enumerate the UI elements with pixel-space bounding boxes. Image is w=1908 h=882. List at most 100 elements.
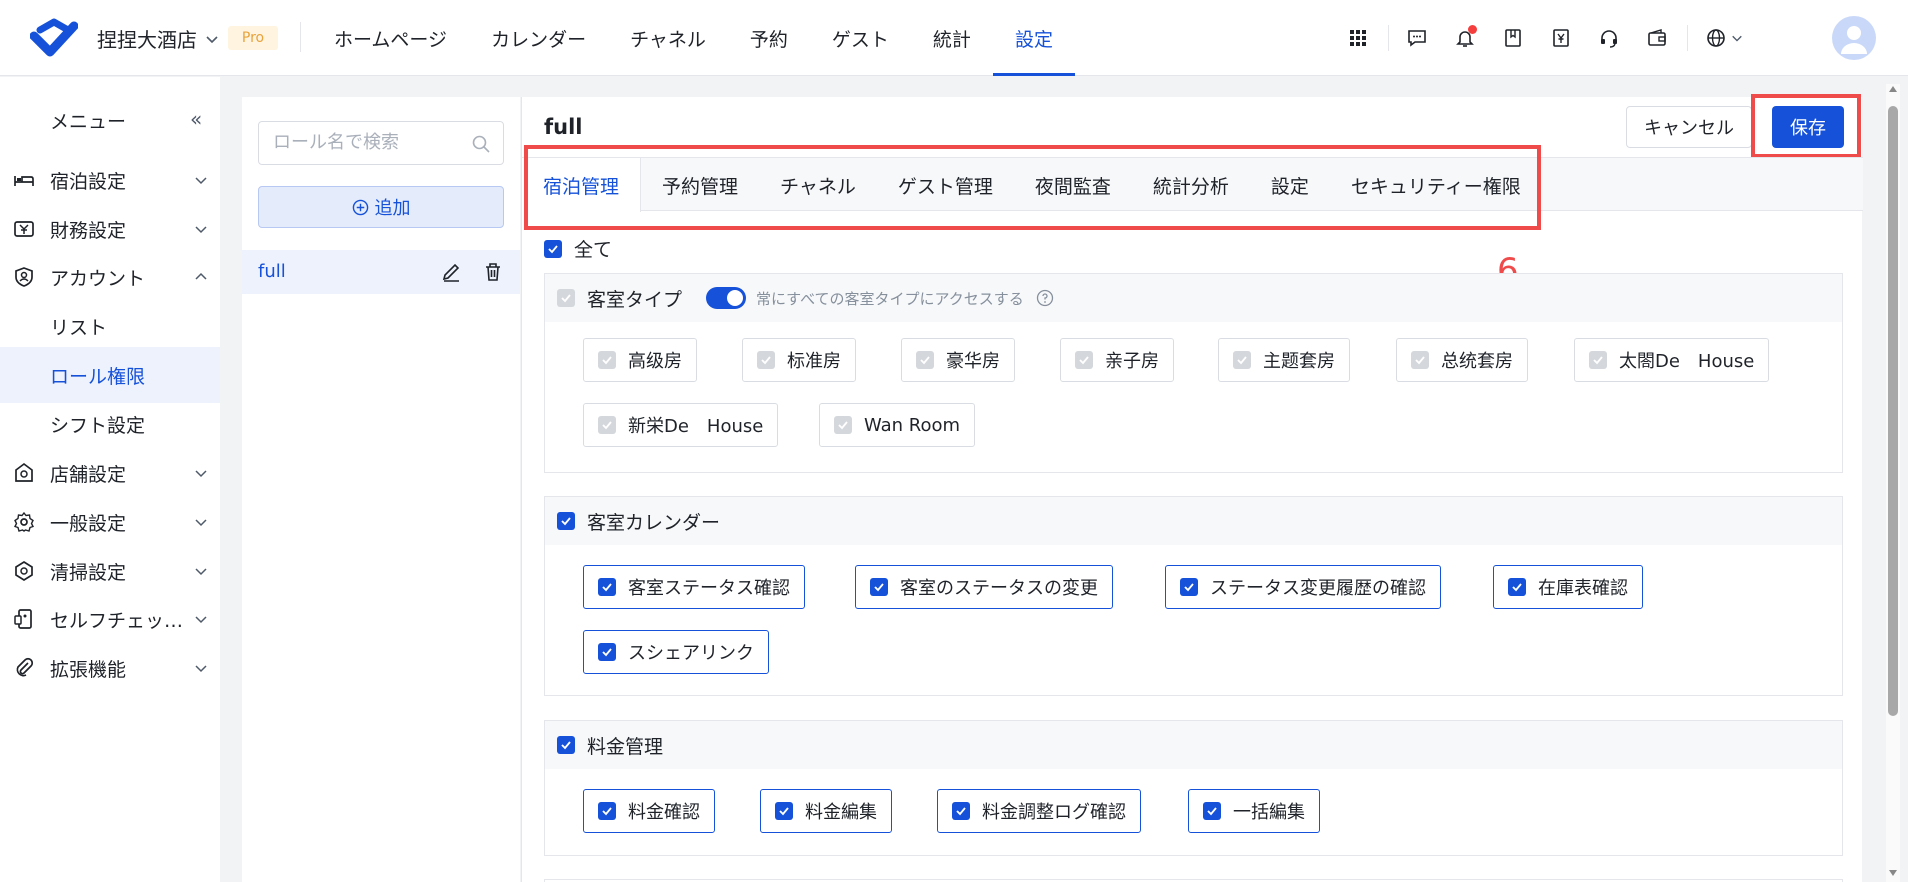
hotel-name: 捏捏大酒店	[97, 28, 197, 52]
checkbox-disabled-icon[interactable]	[557, 289, 575, 307]
nav-statistics[interactable]: 統計	[911, 0, 993, 76]
checkbox-disabled-icon	[598, 351, 616, 369]
permission-item[interactable]: 太閤De House	[1574, 338, 1770, 382]
self-checkin-icon	[14, 609, 32, 629]
checkbox-checked-icon	[544, 239, 562, 258]
nav-home[interactable]: ホームページ	[312, 0, 469, 76]
toolbar-divider	[1388, 25, 1389, 51]
permission-item[interactable]: 料金編集	[760, 789, 892, 833]
permission-item[interactable]: 主题套房	[1218, 338, 1350, 382]
role-search-box	[258, 121, 504, 165]
scrollbar-thumb[interactable]	[1888, 106, 1898, 716]
group-header: 客室タイプ 常にすべての客室タイプにアクセスする	[545, 274, 1842, 322]
checkbox-disabled-icon	[598, 416, 616, 434]
permission-item[interactable]: 料金調整ログ確認	[937, 789, 1141, 833]
role-list-item[interactable]: full	[242, 250, 520, 294]
billing-yen-icon[interactable]	[1543, 20, 1579, 56]
group-price-management: 料金管理 料金確認 料金編集 料金調整ログ確認 一括編集	[544, 720, 1843, 856]
permission-item[interactable]: 料金確認	[583, 789, 715, 833]
user-avatar[interactable]	[1832, 16, 1876, 60]
store-icon	[15, 462, 33, 482]
permission-item[interactable]: 新栄De House	[583, 403, 779, 447]
checkbox-checked-icon	[598, 578, 616, 596]
nav-channel[interactable]: チャネル	[608, 0, 728, 76]
permission-item[interactable]: Wan Room	[819, 403, 976, 447]
notification-bell-icon[interactable]	[1447, 20, 1483, 56]
support-headset-icon[interactable]	[1591, 20, 1627, 56]
checkbox-disabled-icon	[757, 351, 775, 369]
sidebar-item-shift-settings[interactable]: シフト設定	[0, 396, 220, 452]
sidebar-item-lodging-settings[interactable]: 宿泊設定	[0, 152, 220, 208]
permission-item[interactable]: 一括編集	[1188, 789, 1320, 833]
message-icon[interactable]	[1399, 20, 1435, 56]
permission-item[interactable]: 高级房	[583, 338, 697, 382]
sidebar-item-list[interactable]: リスト	[0, 298, 220, 354]
finance-icon	[14, 221, 34, 237]
permission-item[interactable]: 在庫表確認	[1493, 565, 1643, 609]
sidebar-item-self-checkin[interactable]: セルフチェック...	[0, 591, 220, 647]
page-scrollbar[interactable]	[1886, 84, 1900, 882]
permission-item[interactable]: スシェアリンク	[583, 630, 769, 674]
permission-item[interactable]: 豪华房	[901, 338, 1015, 382]
nav-reservation[interactable]: 予約	[728, 0, 810, 76]
permission-item[interactable]: 总统套房	[1396, 338, 1528, 382]
checkbox-checked-icon	[598, 802, 616, 820]
sidebar-item-store-settings[interactable]: 店舗設定	[0, 445, 220, 501]
edit-pencil-icon[interactable]	[440, 261, 462, 283]
nav-calendar[interactable]: カレンダー	[469, 0, 608, 76]
group-title: 客室タイプ	[587, 288, 683, 311]
add-role-button[interactable]: 追加	[258, 186, 504, 228]
chevron-down-icon	[195, 177, 207, 185]
hotel-selector[interactable]: 捏捏大酒店	[97, 24, 219, 53]
sidebar-item-account[interactable]: アカウント	[0, 249, 220, 305]
checkbox-checked-icon	[775, 802, 793, 820]
help-icon[interactable]	[1036, 289, 1054, 307]
paperclip-icon	[16, 657, 34, 677]
chevron-down-icon	[195, 568, 207, 576]
chevron-down-icon	[195, 470, 207, 478]
annotation-box-tabs	[524, 145, 1541, 230]
all-room-types-toggle[interactable]	[706, 287, 747, 309]
group-title: 料金管理	[587, 735, 664, 758]
wallet-icon[interactable]	[1639, 20, 1675, 56]
notebook-icon[interactable]	[1495, 20, 1531, 56]
language-globe-icon[interactable]	[1698, 20, 1750, 56]
permission-item[interactable]: 客室のステータスの変更	[855, 565, 1113, 609]
checkbox-disabled-icon	[1589, 351, 1607, 369]
scroll-down-arrow-icon[interactable]	[1889, 870, 1897, 876]
checkbox-disabled-icon	[834, 416, 852, 434]
plus-circle-icon	[352, 199, 368, 215]
search-icon[interactable]	[471, 134, 491, 154]
role-search-input[interactable]	[273, 132, 463, 153]
role-name: full	[258, 261, 286, 282]
collapse-sidebar-icon[interactable]: «	[190, 107, 202, 131]
cancel-button[interactable]: キャンセル	[1626, 106, 1752, 148]
annotation-box-save	[1751, 94, 1861, 158]
permission-item[interactable]: 客室ステータス確認	[583, 565, 805, 609]
checkbox-checked-icon[interactable]	[557, 512, 575, 530]
select-all-label: 全て	[574, 239, 613, 261]
header-toolbar	[1340, 20, 1762, 56]
checkbox-disabled-icon	[1075, 351, 1093, 369]
select-all-checkbox[interactable]: 全て	[544, 235, 612, 262]
permission-item[interactable]: 亲子房	[1060, 338, 1174, 382]
scroll-up-arrow-icon[interactable]	[1889, 86, 1897, 92]
toolbar-divider	[1687, 25, 1688, 51]
permission-item[interactable]: 标准房	[742, 338, 856, 382]
trash-icon[interactable]	[482, 261, 504, 283]
app-logo-icon[interactable]	[30, 18, 78, 58]
sidebar-item-extensions[interactable]: 拡張機能	[0, 640, 220, 696]
chevron-down-icon	[195, 665, 207, 673]
apps-grid-icon[interactable]	[1340, 20, 1376, 56]
permission-item[interactable]: ステータス変更履歴の確認	[1165, 565, 1441, 609]
sidebar-item-role-permission[interactable]: ロール権限	[0, 347, 220, 403]
main-nav: ホームページ カレンダー チャネル 予約 ゲスト 統計 設定	[312, 0, 1075, 76]
checkbox-disabled-icon	[1233, 351, 1251, 369]
nav-guest[interactable]: ゲスト	[810, 0, 911, 76]
chevron-down-icon	[206, 35, 218, 43]
sidebar-item-general-settings[interactable]: 一般設定	[0, 494, 220, 550]
group-header: 客室カレンダー	[545, 497, 1842, 545]
nav-settings[interactable]: 設定	[992, 0, 1075, 76]
pro-badge: Pro	[228, 26, 278, 50]
checkbox-checked-icon[interactable]	[557, 736, 575, 754]
